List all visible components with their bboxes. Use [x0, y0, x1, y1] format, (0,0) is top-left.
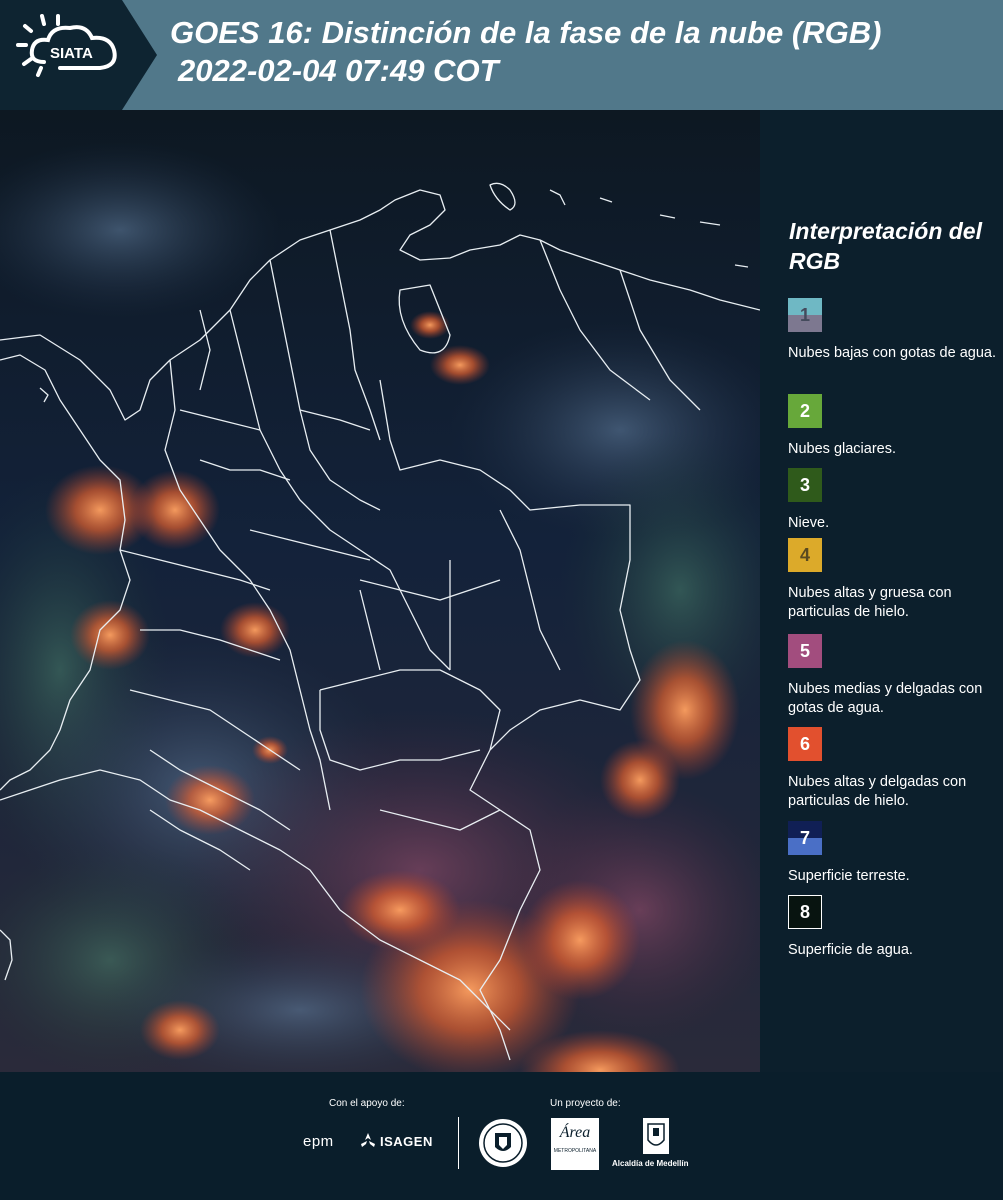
legend-swatch-1: 1 [788, 298, 822, 332]
isagen-logo: ISAGEN [380, 1134, 433, 1149]
legend-label-5: Nubes medias y delgadas con gotas de agu… [788, 681, 983, 716]
legend-swatch-8: 8 [788, 895, 822, 929]
area-sub-text: METROPOLITANA [553, 1148, 597, 1154]
legend-label-6: Nubes altas y delgadas con particulas de… [788, 774, 967, 809]
isagen-icon [359, 1132, 377, 1155]
legend-label-8: Superficie de agua. [788, 942, 913, 958]
legend-item-5: 5 Nubes medias y delgadas con gotas de a… [788, 634, 998, 718]
satellite-image [0, 110, 760, 1072]
legend-label-2: Nubes glaciares. [788, 441, 896, 457]
legend-number-7: 7 [799, 827, 810, 848]
title-datetime: 2022-02-04 07:49 COT [178, 53, 499, 88]
area-metropolitana-logo: Área METROPOLITANA [551, 1118, 599, 1170]
support-label: Con el apoyo de: [329, 1098, 405, 1109]
university-seal-icon [477, 1117, 529, 1174]
legend-swatch-3: 3 [788, 468, 822, 502]
legend-number-8: 8 [799, 901, 810, 922]
legend-number-5: 5 [799, 640, 810, 661]
project-label: Un proyecto de: [550, 1098, 621, 1109]
siata-logo: SIATA [0, 0, 157, 110]
alcaldia-shield-icon [641, 1116, 671, 1161]
alcaldia-label: Alcaldía de Medellín [612, 1159, 689, 1168]
legend-number-1: 1 [799, 304, 810, 325]
legend-number-4: 4 [799, 544, 810, 565]
title-product: GOES 16: Distinción de la fase de la nub… [170, 15, 882, 50]
legend-number-3: 3 [799, 474, 810, 495]
legend-item-3: 3 Nieve. [788, 468, 998, 533]
legend-swatch-4: 4 [788, 538, 822, 572]
legend-item-8: 8 Superficie de agua. [788, 895, 998, 960]
footer-divider [458, 1117, 459, 1169]
legend-number-6: 6 [799, 733, 810, 754]
area-logo-text: Área [559, 1124, 591, 1141]
legend-label-4: Nubes altas y gruesa con particulas de h… [788, 585, 952, 620]
legend-panel: Interpretación del RGB 1 Nubes bajas con… [760, 110, 1003, 1072]
legend-swatch-5: 5 [788, 634, 822, 668]
legend-item-7: 7 Superficie terreste. [788, 821, 998, 886]
legend-swatch-6: 6 [788, 727, 822, 761]
legend-label-7: Superficie terreste. [788, 868, 910, 884]
legend-item-2: 2 Nubes glaciares. [788, 394, 998, 459]
legend-item-4: 4 Nubes altas y gruesa con particulas de… [788, 538, 998, 622]
legend-item-1: 1 Nubes bajas con gotas de agua. [788, 298, 998, 363]
header-bar: SIATA GOES 16: Distinción de la fase de … [0, 0, 1003, 110]
legend-number-2: 2 [799, 400, 810, 421]
legend-swatch-7: 7 [788, 821, 822, 855]
legend-label-3: Nieve. [788, 515, 830, 531]
satellite-map [0, 110, 760, 1072]
legend-item-6: 6 Nubes altas y delgadas con particulas … [788, 727, 998, 811]
legend-title: Interpretación del RGB [789, 218, 982, 274]
footer: Con el apoyo de: Un proyecto de: epm ISA… [0, 1072, 1003, 1200]
legend-swatch-2: 2 [788, 394, 822, 428]
epm-logo: epm [303, 1133, 334, 1150]
svg-text:SIATA: SIATA [50, 45, 93, 62]
legend-label-1: Nubes bajas con gotas de agua. [788, 345, 996, 361]
page-title: GOES 16: Distinción de la fase de la nub… [170, 14, 881, 90]
